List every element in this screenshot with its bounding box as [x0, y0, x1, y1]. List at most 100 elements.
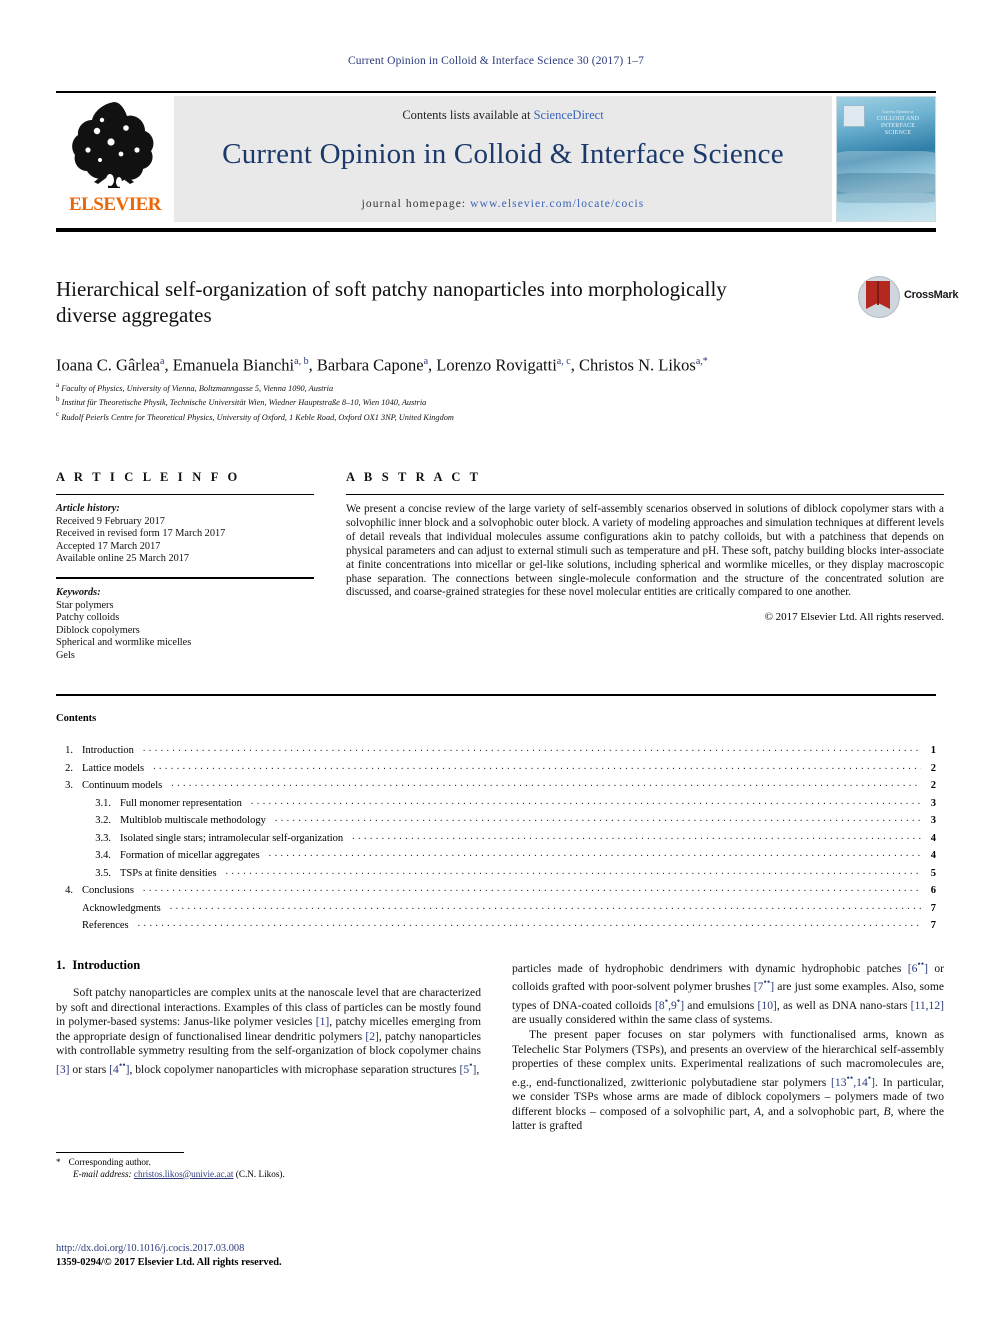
toc-leader-dots: ........................................…: [171, 778, 921, 789]
toc-label: Acknowledgments: [82, 902, 161, 914]
abstract-divider: [346, 494, 944, 495]
masthead-bottom-rule: [56, 228, 936, 232]
toc-row[interactable]: References..............................…: [56, 918, 936, 938]
toc-page-number: 3: [930, 797, 936, 809]
email-owner: (C.N. Likos).: [235, 1168, 285, 1179]
email-address-label: E-mail address:: [73, 1168, 132, 1179]
contents-prefix: Contents lists available at: [402, 108, 534, 122]
table-of-contents: 1. Introduction..........................…: [56, 743, 936, 938]
cover-title-small: Current Opinion in: [882, 110, 914, 114]
toc-number: 3.3.: [95, 832, 111, 844]
contents-available-line: Contents lists available at ScienceDirec…: [174, 108, 832, 123]
affiliation-mark: b: [56, 395, 60, 404]
toc-page-number: 3: [930, 815, 936, 826]
keyword-item: Star polymers: [56, 599, 114, 611]
cover-elsevier-mark-icon: [843, 105, 865, 127]
toc-number: 4.: [65, 885, 73, 896]
body-left-column: 1. Introduction Soft patchy nanoparticles…: [56, 958, 481, 1077]
footnote-star-icon: *: [56, 1157, 61, 1167]
toc-leader-dots: ........................................…: [250, 795, 921, 807]
affiliation-text: Faculty of Physics, University of Vienna…: [61, 383, 334, 393]
toc-page-number: 7: [930, 902, 936, 914]
keyword-item: Diblock copolymers: [56, 624, 140, 636]
article-page: Current Opinion in Colloid & Interface S…: [0, 0, 992, 1323]
homepage-url-link[interactable]: www.elsevier.com/locate/cocis: [470, 198, 644, 210]
intro-paragraph-right-1: particles made of hydrophobic dendrimers…: [512, 959, 945, 1027]
crossmark-book-spine-icon: [877, 281, 879, 305]
journal-masthead: ELSEVIER Contents lists available at Sci…: [56, 91, 936, 222]
history-item: Received in revised form 17 March 2017: [56, 528, 226, 540]
article-info-divider: [56, 494, 314, 495]
toc-label: Continuum models: [82, 780, 163, 791]
crossmark-badge[interactable]: CrossMark: [858, 276, 958, 318]
toc-leader-dots: ........................................…: [225, 865, 921, 877]
toc-number: 3.1.: [95, 797, 111, 809]
affiliation-mark: c: [56, 409, 60, 418]
toc-label: Introduction: [82, 745, 134, 756]
cover-title-text: Current Opinion in COLLOID AND INTERFACE…: [867, 109, 929, 137]
keywords-block: Keywords: Star polymers Patchy colloids …: [56, 587, 314, 663]
toc-label: Lattice models: [82, 762, 145, 774]
toc-leader-dots: ........................................…: [153, 760, 921, 772]
section-heading-introduction: 1. Introduction: [56, 958, 481, 973]
toc-label: Isolated single stars; intramolecular se…: [120, 832, 344, 844]
keyword-item: Gels: [56, 649, 75, 661]
toc-page-number: 4: [930, 850, 936, 861]
toc-number: 3.5.: [95, 867, 111, 879]
history-item: Available online 25 March 2017: [56, 553, 190, 565]
toc-leader-dots: ........................................…: [142, 883, 921, 894]
homepage-prefix: journal homepage:: [361, 198, 471, 210]
article-info-heading: A R T I C L E I N F O: [56, 470, 241, 484]
article-info-column: A R T I C L E I N F O Article history: R…: [56, 470, 314, 663]
sciencedirect-link[interactable]: ScienceDirect: [534, 108, 604, 122]
history-item: Accepted 17 March 2017: [56, 540, 161, 552]
corresponding-author-label: Corresponding author.: [68, 1157, 151, 1167]
toc-number: 1.: [65, 745, 73, 756]
page-footer: http://dx.doi.org/10.1016/j.cocis.2017.0…: [56, 1242, 486, 1269]
elsevier-tree-icon: [72, 102, 154, 188]
section-number: 1.: [56, 958, 66, 972]
contents-top-rule: [56, 694, 936, 697]
toc-number: 3.4.: [95, 850, 111, 861]
body-right-column: particles made of hydrophobic dendrimers…: [512, 958, 944, 1134]
elsevier-logo: ELSEVIER: [56, 96, 174, 222]
affiliation-text: Institut für Theoretische Physik, Techni…: [61, 398, 427, 408]
toc-label: Conclusions: [82, 885, 134, 896]
page-title: Hierarchical self-organization of soft p…: [56, 277, 727, 327]
keywords-divider: [56, 576, 314, 579]
toc-leader-dots: ........................................…: [137, 918, 921, 929]
footnote-rule: [56, 1152, 184, 1153]
toc-label: Multiblob multiscale methodology: [120, 815, 266, 826]
running-head: Current Opinion in Colloid & Interface S…: [347, 55, 645, 67]
toc-leader-dots: ........................................…: [352, 830, 921, 842]
doi-link[interactable]: http://dx.doi.org/10.1016/j.cocis.2017.0…: [56, 1242, 486, 1256]
toc-label: References: [82, 920, 129, 931]
toc-page-number: 2: [930, 780, 936, 791]
cover-title-main: COLLOID AND INTERFACE SCIENCE: [876, 116, 920, 136]
affiliation-list: a Faculty of Physics, University of Vien…: [56, 380, 756, 423]
journal-homepage-line: journal homepage: www.elsevier.com/locat…: [174, 198, 832, 210]
toc-page-number: 2: [930, 762, 936, 774]
toc-page-number: 4: [930, 832, 936, 844]
author-list: Ioana C. Gârleaa, Emanuela Bianchia, b, …: [56, 355, 708, 375]
toc-label: TSPs at finite densities: [120, 867, 217, 879]
toc-label: Formation of micellar aggregates: [120, 850, 260, 861]
keyword-item: Patchy colloids: [56, 612, 120, 624]
toc-page-number: 5: [930, 867, 936, 879]
intro-paragraph-left: Soft patchy nanoparticles are complex un…: [56, 986, 482, 1076]
toc-leader-dots: ........................................…: [274, 813, 921, 824]
toc-page-number: 1: [930, 745, 936, 756]
history-item: Received 9 February 2017: [56, 515, 165, 527]
keyword-item: Spherical and wormlike micelles: [56, 637, 192, 649]
affiliation-mark: a: [56, 381, 60, 389]
toc-leader-dots: ........................................…: [142, 743, 921, 754]
affiliation-item: a Faculty of Physics, University of Vien…: [56, 380, 756, 394]
masthead-center-panel: Contents lists available at ScienceDirec…: [174, 96, 832, 222]
crossmark-label: CrossMark: [904, 289, 959, 301]
article-history-label: Article history:: [56, 503, 120, 514]
email-address-link[interactable]: christos.likos@univie.ac.at: [134, 1169, 234, 1179]
contents-heading: Contents: [56, 713, 97, 724]
toc-leader-dots: ........................................…: [169, 900, 921, 912]
affiliation-item: c Rudolf Peierls Centre for Theoretical …: [56, 409, 756, 423]
elsevier-wordmark: ELSEVIER: [68, 194, 162, 215]
